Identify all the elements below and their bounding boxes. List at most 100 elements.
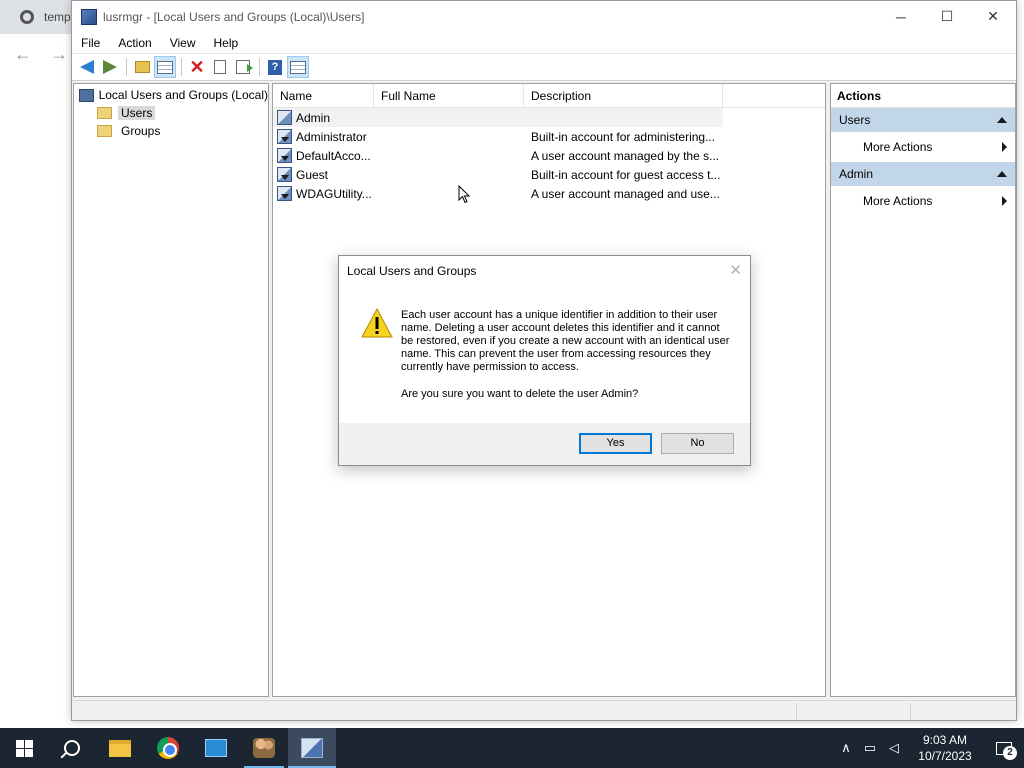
notification-center-button[interactable]: 2 bbox=[984, 728, 1024, 768]
toolbar-separator bbox=[181, 58, 182, 76]
row-name: Guest bbox=[296, 167, 329, 182]
tree-item-users[interactable]: Users bbox=[74, 104, 268, 122]
user-disabled-icon bbox=[277, 148, 292, 163]
admin-more-actions[interactable]: More Actions bbox=[831, 186, 1015, 216]
list-row-guest[interactable]: Guest Built-in account for guest access … bbox=[273, 165, 825, 184]
maximize-button[interactable]: ☐ bbox=[924, 1, 970, 32]
column-header-full-name[interactable]: Full Name bbox=[374, 84, 524, 107]
folder-icon bbox=[97, 125, 112, 137]
warning-icon bbox=[361, 308, 393, 338]
yes-button[interactable]: Yes bbox=[579, 433, 652, 454]
file-explorer-icon bbox=[109, 739, 131, 757]
list-row-administrator[interactable]: Administrator Built-in account for admin… bbox=[273, 127, 825, 146]
notification-count: 2 bbox=[1003, 746, 1017, 760]
show-hide-tree-button[interactable] bbox=[154, 56, 176, 78]
delete-button[interactable]: ✕ bbox=[186, 56, 208, 78]
dialog-close-button[interactable]: ✕ bbox=[729, 256, 742, 286]
collapse-icon[interactable] bbox=[997, 171, 1007, 177]
close-button[interactable]: ✕ bbox=[970, 1, 1016, 32]
row-name: Admin bbox=[296, 110, 331, 125]
no-button[interactable]: No bbox=[661, 433, 734, 454]
browser-back-icon[interactable]: ← bbox=[14, 44, 32, 65]
status-bar bbox=[72, 700, 1016, 720]
actions-section-admin[interactable]: Admin bbox=[831, 162, 1015, 186]
folder-icon bbox=[97, 107, 112, 119]
users-more-actions[interactable]: More Actions bbox=[831, 132, 1015, 162]
chrome-icon bbox=[157, 737, 179, 759]
taskbar-mmc[interactable] bbox=[288, 728, 336, 768]
show-hide-tree-icon bbox=[157, 60, 173, 74]
list-row-admin[interactable]: Admin bbox=[273, 108, 723, 127]
title-bar[interactable]: lusrmgr - [Local Users and Groups (Local… bbox=[72, 1, 1016, 32]
properties-button[interactable] bbox=[209, 56, 231, 78]
help-icon: ? bbox=[268, 59, 282, 75]
menu-action[interactable]: Action bbox=[109, 36, 160, 50]
actions-pane: Actions Users More Actions Admin More Ac… bbox=[830, 83, 1016, 697]
actions-section-users[interactable]: Users bbox=[831, 108, 1015, 132]
more-actions-label: More Actions bbox=[863, 194, 933, 208]
minimize-button[interactable]: ─ bbox=[878, 1, 924, 32]
forward-button[interactable] bbox=[99, 56, 121, 78]
show-hidden-icons-icon[interactable]: ∧ bbox=[834, 740, 858, 756]
search-icon bbox=[64, 740, 80, 756]
dialog-message: Each user account has a unique identifie… bbox=[401, 309, 730, 373]
dialog-footer: Yes No bbox=[339, 423, 750, 465]
help-button[interactable]: ? bbox=[264, 56, 286, 78]
volume-muted-icon[interactable]: ◁ bbox=[882, 740, 906, 756]
taskbar-control-panel[interactable] bbox=[192, 728, 240, 768]
search-button[interactable] bbox=[48, 728, 96, 768]
tree-item-groups[interactable]: Groups bbox=[74, 122, 268, 140]
list-row-wdagutility[interactable]: WDAGUtility... A user account managed an… bbox=[273, 184, 825, 203]
window-controls: ─ ☐ ✕ bbox=[878, 1, 1016, 32]
row-name: Administrator bbox=[296, 129, 367, 144]
browser-tab[interactable]: temp bbox=[0, 0, 72, 34]
start-button[interactable] bbox=[0, 728, 48, 768]
more-actions-label: More Actions bbox=[863, 140, 933, 154]
browser-forward-icon[interactable]: → bbox=[50, 44, 68, 65]
browser-tab-label: temp bbox=[44, 10, 71, 24]
window-title: lusrmgr - [Local Users and Groups (Local… bbox=[103, 9, 365, 24]
clock[interactable]: 9:03 AM 10/7/2023 bbox=[906, 732, 984, 764]
tree-root[interactable]: Local Users and Groups (Local) bbox=[74, 86, 268, 104]
user-disabled-icon bbox=[277, 129, 292, 144]
submenu-arrow-icon bbox=[1002, 196, 1007, 206]
app-icon bbox=[81, 8, 97, 25]
browser-nav: ← → bbox=[0, 34, 72, 74]
row-description: Built-in account for guest access t... bbox=[531, 167, 721, 182]
forward-icon bbox=[103, 60, 117, 74]
globe-icon bbox=[20, 10, 34, 24]
back-icon bbox=[80, 60, 94, 74]
column-header-name[interactable]: Name bbox=[273, 84, 374, 107]
console-tree: Local Users and Groups (Local) Users Gro… bbox=[73, 83, 269, 697]
clock-time: 9:03 AM bbox=[922, 733, 968, 747]
dialog-title: Local Users and Groups bbox=[347, 264, 477, 278]
collapse-icon[interactable] bbox=[997, 117, 1007, 123]
column-header-description[interactable]: Description bbox=[524, 84, 723, 107]
row-description: Built-in account for administering... bbox=[531, 129, 716, 144]
toolbar: ✕ ? bbox=[72, 54, 1016, 81]
menu-view[interactable]: View bbox=[161, 36, 205, 50]
network-icon[interactable]: ▭ bbox=[858, 740, 882, 756]
show-hide-action-pane-button[interactable] bbox=[287, 56, 309, 78]
properties-icon bbox=[214, 60, 226, 74]
user-disabled-icon bbox=[277, 186, 292, 201]
list-row-defaultaccount[interactable]: DefaultAcco... A user account managed by… bbox=[273, 146, 825, 165]
menu-file[interactable]: File bbox=[72, 36, 109, 50]
dialog-title-bar[interactable]: Local Users and Groups ✕ bbox=[339, 256, 750, 286]
export-list-button[interactable] bbox=[232, 56, 254, 78]
row-name: DefaultAcco... bbox=[296, 148, 371, 163]
menu-help[interactable]: Help bbox=[205, 36, 248, 50]
control-panel-icon bbox=[205, 739, 227, 757]
back-button[interactable] bbox=[76, 56, 98, 78]
menu-bar: File Action View Help bbox=[72, 32, 1016, 54]
status-divider bbox=[910, 703, 911, 719]
dialog-question: Are you sure you want to delete the user… bbox=[401, 388, 639, 400]
taskbar-file-explorer[interactable] bbox=[96, 728, 144, 768]
row-name: WDAGUtility... bbox=[296, 186, 372, 201]
user-disabled-icon bbox=[277, 167, 292, 182]
delete-confirmation-dialog: Local Users and Groups ✕ Each user accou… bbox=[338, 255, 751, 466]
up-one-level-button[interactable] bbox=[131, 56, 153, 78]
row-description: A user account managed by the s... bbox=[531, 148, 720, 163]
taskbar-chrome[interactable] bbox=[144, 728, 192, 768]
taskbar-users[interactable] bbox=[240, 728, 288, 768]
